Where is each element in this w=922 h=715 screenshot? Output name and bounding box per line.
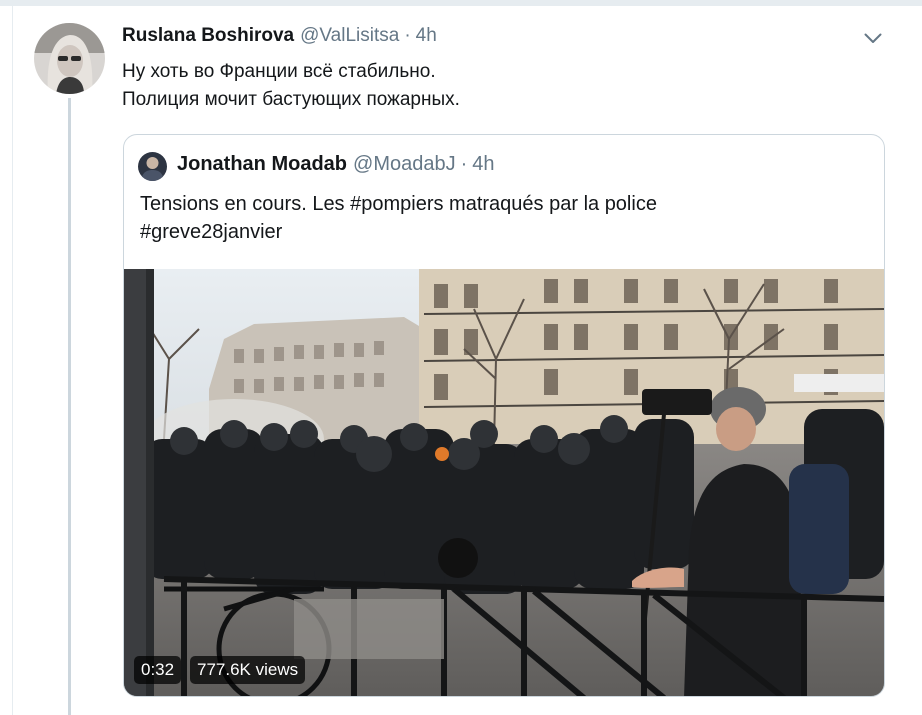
- author-name[interactable]: Ruslana Boshirova: [122, 25, 294, 47]
- avatar[interactable]: [34, 23, 105, 94]
- separator-dot: ·: [460, 153, 468, 175]
- video-thumbnail: [124, 269, 884, 696]
- quoted-tweet[interactable]: Jonathan Moadab @MoadabJ · 4h Tensions e…: [123, 134, 885, 697]
- quoted-text-line: #greve28janvier: [140, 221, 283, 243]
- tweet-text: Ну хоть во Франции всё стабильно. Полици…: [122, 58, 862, 114]
- video-duration-badge: 0:32: [134, 656, 182, 684]
- quoted-author-name[interactable]: Jonathan Moadab: [177, 153, 347, 176]
- author-handle[interactable]: @ValLisitsa: [300, 25, 399, 47]
- quoted-text: Tensions en cours. Les #pompiers matraqu…: [140, 190, 860, 246]
- video-views-badge: 777.6K views: [190, 656, 306, 684]
- tweet-timestamp[interactable]: 4h: [416, 25, 437, 47]
- tweet-text-line: Ну хоть во Франции всё стабильно.: [122, 61, 436, 82]
- tweet[interactable]: Ruslana Boshirova @ValLisitsa · 4h Ну хо…: [13, 6, 922, 715]
- quoted-header: Jonathan Moadab @MoadabJ · 4h: [177, 153, 495, 179]
- chevron-down-icon: [864, 33, 882, 43]
- tweet-header: Ruslana Boshirova @ValLisitsa · 4h: [122, 25, 437, 51]
- tweet-menu-button[interactable]: [861, 28, 885, 48]
- separator-dot: ·: [404, 25, 411, 46]
- quoted-avatar[interactable]: [138, 152, 167, 181]
- video-player[interactable]: 0:32 777.6K views: [124, 269, 884, 696]
- quoted-timestamp[interactable]: 4h: [472, 153, 494, 176]
- tweet-text-line: Полиция мочит бастующих пожарных.: [122, 89, 460, 110]
- thread-connector-line: [68, 98, 71, 715]
- quoted-author-handle[interactable]: @MoadabJ: [353, 153, 456, 176]
- quoted-text-line: Tensions en cours. Les #pompiers matraqu…: [140, 193, 657, 215]
